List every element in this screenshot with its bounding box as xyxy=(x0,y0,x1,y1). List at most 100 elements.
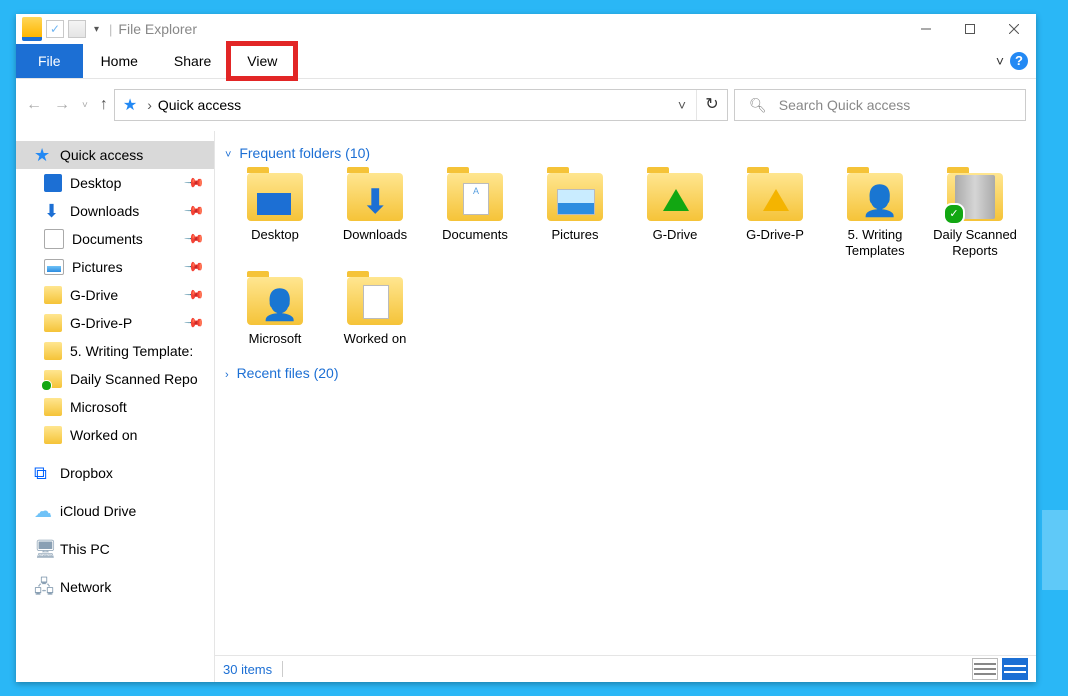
sidebar-item-worked-on[interactable]: Worked on xyxy=(16,421,214,449)
sidebar-item-label: Daily Scanned Repo xyxy=(70,371,198,387)
pin-icon: 📌 xyxy=(183,200,206,223)
folder-large-icon xyxy=(547,173,603,221)
folder-label: G-Drive-P xyxy=(746,227,804,243)
sidebar-item-label: Downloads xyxy=(70,203,139,219)
dropbox-icon: ⧉ xyxy=(34,464,52,482)
maximize-button[interactable] xyxy=(948,14,992,44)
refresh-button[interactable]: ↻ xyxy=(696,90,727,120)
sidebar-item-dropbox[interactable]: ⧉ Dropbox xyxy=(16,459,214,487)
breadcrumb-quick-access[interactable]: Quick access xyxy=(154,97,245,113)
folder-item[interactable]: Daily Scanned Reports xyxy=(925,169,1025,273)
document-icon xyxy=(44,229,64,249)
folder-icon xyxy=(44,314,62,332)
file-explorer-window: ✓ ▾ | File Explorer File Home Share View… xyxy=(16,14,1036,682)
folder-large-icon xyxy=(647,173,703,221)
breadcrumb-separator[interactable]: › xyxy=(145,97,154,113)
title-separator: | xyxy=(109,22,112,37)
view-icons-button[interactable] xyxy=(1002,658,1028,680)
minimize-button[interactable] xyxy=(904,14,948,44)
help-icon[interactable]: ? xyxy=(1010,52,1028,70)
sidebar-item-label: Desktop xyxy=(70,175,121,191)
sidebar-item-gdrive[interactable]: G-Drive 📌 xyxy=(16,281,214,309)
folder-label: 5. Writing Templates xyxy=(827,227,923,259)
pictures-icon xyxy=(44,259,64,275)
nav-back-button[interactable]: ← xyxy=(26,96,42,114)
chevron-down-icon: ˅ xyxy=(225,149,231,161)
tab-view[interactable]: View xyxy=(229,44,295,78)
folder-label: Pictures xyxy=(552,227,599,243)
view-details-button[interactable] xyxy=(972,658,998,680)
folder-sync-icon xyxy=(44,370,62,388)
sidebar-item-this-pc[interactable]: 🖥 This PC xyxy=(16,535,214,563)
nav-row: ← → ˅ ↑ ★ › Quick access ˅ ↻ 🔍︎ xyxy=(16,79,1036,131)
ribbon-expand-icon[interactable]: ˅ xyxy=(996,53,1004,69)
pin-icon: 📌 xyxy=(183,284,206,307)
sidebar-item-label: Quick access xyxy=(60,147,143,163)
star-icon: ★ xyxy=(34,146,52,164)
nav-up-button[interactable]: ↑ xyxy=(100,96,108,114)
status-item-count: 30 items xyxy=(223,662,272,677)
nav-history-dropdown[interactable]: ˅ xyxy=(82,100,88,111)
frequent-folders-grid: Desktop⬇DownloadsDocuments Pictures G-Driv… xyxy=(221,169,1028,361)
folder-large-icon xyxy=(247,173,303,221)
sidebar-item-label: G-Drive-P xyxy=(70,315,132,331)
folder-item[interactable]: Pictures xyxy=(525,169,625,273)
tab-share[interactable]: Share xyxy=(156,44,229,78)
folder-item[interactable]: Worked on xyxy=(325,273,425,361)
sidebar-item-label: G-Drive xyxy=(70,287,118,303)
qat-checkbox-icon[interactable]: ✓ xyxy=(46,20,64,38)
section-recent-files[interactable]: › Recent files (20) xyxy=(221,361,1028,389)
search-input[interactable] xyxy=(777,96,1025,114)
folder-large-icon: 👤 xyxy=(247,277,303,325)
folder-item[interactable]: 👤 Microsoft xyxy=(225,273,325,361)
folder-label: Downloads xyxy=(343,227,407,243)
sidebar-item-label: Worked on xyxy=(70,427,137,443)
search-box[interactable]: 🔍︎ xyxy=(734,89,1026,121)
sidebar-item-writing-templates[interactable]: 5. Writing Template: xyxy=(16,337,214,365)
folder-item[interactable]: 👤5. Writing Templates xyxy=(825,169,925,273)
folder-large-icon xyxy=(447,173,503,221)
status-separator xyxy=(282,661,283,677)
section-frequent-folders[interactable]: ˅ Frequent folders (10) xyxy=(221,141,1028,169)
sidebar-item-desktop[interactable]: Desktop 📌 xyxy=(16,169,214,197)
sidebar-item-quick-access[interactable]: ★ Quick access xyxy=(16,141,214,169)
sidebar-item-daily-scanned[interactable]: Daily Scanned Repo xyxy=(16,365,214,393)
search-icon: 🔍︎ xyxy=(735,97,777,114)
sidebar-item-label: Network xyxy=(60,579,111,595)
section-label: Frequent folders (10) xyxy=(239,145,370,161)
nav-forward-button[interactable]: → xyxy=(54,96,70,114)
folder-item[interactable]: Desktop xyxy=(225,169,325,273)
sidebar-item-pictures[interactable]: Pictures 📌 xyxy=(16,253,214,281)
sidebar-item-label: Dropbox xyxy=(60,465,113,481)
folder-large-icon xyxy=(347,277,403,325)
qat-dropdown-icon[interactable]: ▾ xyxy=(90,24,103,35)
status-bar: 30 items xyxy=(215,655,1036,682)
folder-item[interactable]: G-Drive-P xyxy=(725,169,825,273)
sidebar-item-label: Pictures xyxy=(72,259,123,275)
tab-home[interactable]: Home xyxy=(83,44,156,78)
folder-item[interactable]: Documents xyxy=(425,169,525,273)
close-button[interactable] xyxy=(992,14,1036,44)
sidebar-item-icloud[interactable]: ☁ iCloud Drive xyxy=(16,497,214,525)
address-dropdown-icon[interactable]: ˅ xyxy=(668,97,696,113)
sync-check-badge-icon xyxy=(943,203,965,225)
address-bar[interactable]: ★ › Quick access ˅ ↻ xyxy=(114,89,728,121)
folder-item[interactable]: G-Drive xyxy=(625,169,725,273)
content-pane: ˅ Frequent folders (10) Desktop⬇Download… xyxy=(214,131,1036,682)
folder-icon xyxy=(44,426,62,444)
sidebar-item-microsoft[interactable]: Microsoft xyxy=(16,393,214,421)
tab-file[interactable]: File xyxy=(16,44,83,78)
folder-item[interactable]: ⬇Downloads xyxy=(325,169,425,273)
sidebar-item-network[interactable]: 🖧 Network xyxy=(16,573,214,601)
folder-large-icon xyxy=(947,173,1003,221)
section-label: Recent files (20) xyxy=(237,365,339,381)
qat-properties-icon[interactable] xyxy=(68,20,86,38)
sidebar-item-downloads[interactable]: ⬇ Downloads 📌 xyxy=(16,197,214,225)
sidebar-item-documents[interactable]: Documents 📌 xyxy=(16,225,214,253)
folder-label: Microsoft xyxy=(249,331,302,347)
sidebar-item-label: iCloud Drive xyxy=(60,503,136,519)
pc-icon: 🖥 xyxy=(34,540,52,558)
sidebar-item-gdrive-p[interactable]: G-Drive-P 📌 xyxy=(16,309,214,337)
folder-icon xyxy=(44,286,62,304)
pin-icon: 📌 xyxy=(183,312,206,335)
